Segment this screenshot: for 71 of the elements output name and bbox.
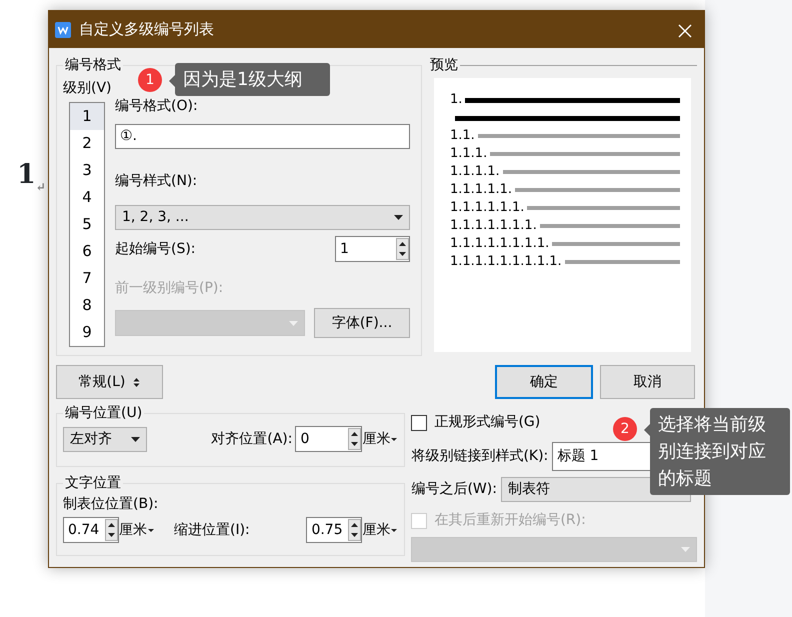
caret-icon <box>391 438 398 440</box>
unit-label: 厘米 <box>362 430 390 448</box>
group-label: 编号格式 <box>64 56 122 74</box>
preview-number: 1.1.1.1.1.1.1. <box>450 217 537 236</box>
spin-arrows-icon <box>396 238 409 260</box>
group-label: 编号位置(U) <box>64 404 144 422</box>
tooltip-pointer-icon <box>644 424 650 436</box>
font-button[interactable]: 字体(F)... <box>314 308 410 338</box>
spin-arrows-icon <box>105 519 118 541</box>
collapse-arrows-icon <box>133 378 140 386</box>
ok-button[interactable]: 确定 <box>495 365 593 399</box>
level-item[interactable]: 8 <box>70 292 104 319</box>
level-item[interactable]: 2 <box>70 130 104 157</box>
field-label: 前一级别编号(P): <box>115 279 224 298</box>
preview-number: 1.1.1.1. <box>450 163 500 182</box>
level-item[interactable]: 4 <box>70 184 104 211</box>
checkbox-label: 在其后重新开始编号(R): <box>434 511 586 530</box>
tooltip: 选择将当前级别连接到对应的标题 <box>650 408 790 495</box>
level-item[interactable]: 5 <box>70 211 104 238</box>
tooltip: 因为是1级大纲 <box>175 63 330 96</box>
close-icon[interactable] <box>678 24 692 38</box>
field-label: 级别(V) <box>63 79 113 98</box>
field-label: 起始编号(S): <box>115 240 196 258</box>
alignment-dropdown[interactable]: 左对齐 <box>63 426 147 452</box>
level-item[interactable]: 3 <box>70 157 104 184</box>
field-label: 缩进位置(I): <box>174 520 250 540</box>
field-label: 对齐位置(A): <box>211 430 292 448</box>
field-label: 编号格式(O): <box>115 97 199 116</box>
restart-dropdown[interactable] <box>411 537 697 562</box>
level-item[interactable]: 9 <box>70 319 104 346</box>
caret-icon <box>289 320 298 326</box>
level-item[interactable]: 7 <box>70 265 104 292</box>
window-title: 自定义多级编号列表 <box>79 19 214 40</box>
preview-number: 1.1. <box>450 127 475 146</box>
tooltip-pointer-icon <box>169 75 175 87</box>
format-field[interactable]: ①. <box>115 124 410 149</box>
unit-label: 厘米 <box>119 520 147 540</box>
spin-arrows-icon <box>348 428 362 450</box>
field-label: 编号之后(W): <box>411 480 497 499</box>
app-icon <box>55 22 71 38</box>
caret-icon <box>131 436 140 442</box>
group-label: 文字位置 <box>64 474 122 492</box>
caret-icon <box>394 215 403 220</box>
group-label: 预览 <box>429 56 459 74</box>
preview-number: 1. <box>450 91 462 110</box>
checkbox-label: 正规形式编号(G) <box>434 413 540 432</box>
paragraph-mark: ↵ <box>36 178 46 196</box>
style-dropdown[interactable]: 1, 2, 3, ... <box>115 205 410 230</box>
field-label: 将级别链接到样式(K): <box>411 447 548 466</box>
level-item[interactable]: 1 <box>70 103 104 130</box>
general-button[interactable]: 常规(L) <box>56 365 163 399</box>
preview-number: 1.1.1.1.1.1.1.1.1. <box>450 253 562 272</box>
unit-label: 厘米 <box>362 520 390 540</box>
preview-number: 1.1.1.1.1.1.1.1. <box>450 235 550 254</box>
align-at-field[interactable]: 0 <box>295 426 362 452</box>
caret-icon <box>681 547 690 552</box>
field-label: 编号样式(N): <box>115 172 198 191</box>
cancel-button[interactable]: 取消 <box>600 365 695 399</box>
tab-position-field[interactable]: 0.74 <box>63 517 119 543</box>
caret-icon <box>148 528 154 532</box>
preview-number: 1.1.1. <box>450 145 488 164</box>
field-label: 制表位位置(B): <box>63 495 160 514</box>
preview-number: 1.1.1.1.1.1. <box>450 199 524 218</box>
preview-number: 1.1.1.1.1. <box>450 181 512 200</box>
checkbox[interactable] <box>411 414 428 430</box>
caret-icon <box>391 528 398 532</box>
document-heading: 1 <box>17 159 36 190</box>
spin-arrows-icon <box>348 519 362 541</box>
level-item[interactable]: 6 <box>70 238 104 265</box>
start-number-field[interactable]: 1 <box>335 236 410 262</box>
indent-position-field[interactable]: 0.75 <box>306 517 362 543</box>
